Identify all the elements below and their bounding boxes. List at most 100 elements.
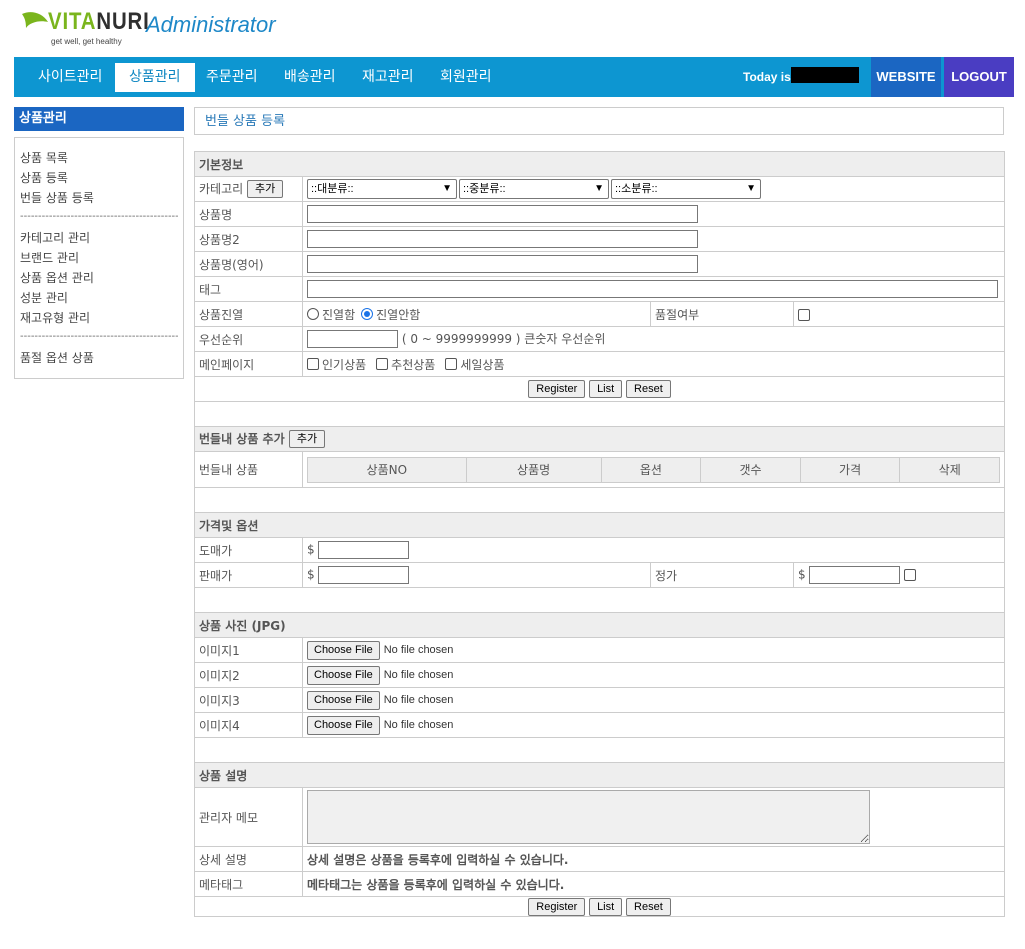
nav-site[interactable]: 사이트관리 [24,63,116,92]
sidebar-item-product-list[interactable]: 상품 목록 [20,148,178,168]
product-name2-input[interactable] [307,230,698,248]
col-price: 가격 [799,456,901,483]
list-button[interactable]: List [589,380,623,398]
sidebar-item-ingredient[interactable]: 성분 관리 [20,288,178,308]
register-button[interactable]: Register [528,380,586,398]
memo-cell [301,787,1006,847]
tag-label: 태그 [194,276,303,302]
priority-cell: ( 0 ~ 9999999999 ) 큰숫자 우선순위 [301,326,1006,352]
today-label: Today is [743,70,791,84]
wholesale-cell: $ [301,537,1006,563]
col-product-no: 상품NO [307,456,467,483]
nav-inventory[interactable]: 재고관리 [348,63,428,92]
currency-symbol: $ [307,542,315,557]
logo-tagline: get well, get healthy [51,37,122,46]
nav-member[interactable]: 회원관리 [426,63,506,92]
sale-label: 세일상품 [460,357,505,372]
register-button[interactable]: Register [528,897,586,916]
retail-cell: $ [302,562,651,588]
memo-label: 관리자 메모 [194,787,303,847]
section-photos: 상품 사진 (JPG) [193,612,1006,638]
soldout-checkbox[interactable] [798,308,810,321]
detail-note: 상세 설명은 상품을 등록후에 입력하실 수 있습니다. [301,846,1006,872]
product-name-en-input[interactable] [307,255,698,273]
wholesale-input[interactable] [318,541,410,559]
sidebar-item-category[interactable]: 카테고리 관리 [20,228,178,248]
col-option: 옵션 [600,456,702,483]
sidebar-item-brand[interactable]: 브랜드 관리 [20,248,178,268]
add-bundle-item-button[interactable]: 추가 [288,430,326,449]
col-product-name: 상품명 [465,456,602,483]
wholesale-label: 도매가 [194,537,303,563]
sidebar-item-stock-type[interactable]: 재고유형 관리 [20,308,178,328]
memo-textarea[interactable] [307,790,870,844]
product-name-input[interactable] [307,205,698,223]
website-button[interactable]: WEBSITE [871,57,941,97]
sidebar-item-soldout-options[interactable]: 품절 옵션 상품 [20,348,178,368]
category-cell: 카테고리 추가 [194,176,303,202]
image4-label: 이미지4 [194,712,303,738]
nav-shipping[interactable]: 배송관리 [270,63,350,92]
reset-button[interactable]: Reset [626,380,671,398]
product-name-label: 상품명 [194,201,303,227]
recommended-checkbox[interactable] [376,358,389,370]
image2-cell: Choose File No file chosen [301,662,1006,688]
sidebar-title: 상품관리 [14,107,184,131]
meta-label: 메타태그 [194,871,303,897]
display-on-label: 진열함 [322,307,356,322]
sale-checkbox[interactable] [445,358,458,370]
currency-symbol: $ [307,567,315,582]
display-on-radio[interactable] [307,308,319,320]
image3-choose-button[interactable]: Choose File [307,690,380,710]
vitanuri-logo[interactable]: VITANURI get well, get healthy [20,6,149,48]
bundle-items-cell: 상품NO 상품명 옵션 갯수 가격 삭제 [301,451,1006,488]
add-category-button[interactable]: 추가 [247,180,284,199]
product-name-cell [301,201,1006,227]
image1-choose-button[interactable]: Choose File [307,640,380,660]
nav-product[interactable]: 상품관리 [115,63,195,92]
image3-label: 이미지3 [194,687,303,713]
retail-input[interactable] [318,566,410,584]
soldout-cell [792,301,1006,327]
middle-category-select[interactable]: ::중분류:: ▼ [459,179,609,199]
currency-symbol: $ [798,567,806,582]
regular-price-checkbox[interactable] [904,569,917,581]
nav-order[interactable]: 주문관리 [192,63,272,92]
middle-category-value: ::중분류:: [463,183,506,195]
section-bundle: 번들내 상품 추가 추가 [193,426,1006,452]
soldout-label: 품절여부 [650,301,794,327]
sidebar-separator: ----------------------------------------… [20,211,178,222]
display-off-radio[interactable] [361,308,374,320]
list-button[interactable]: List [589,897,623,916]
sidebar-item-bundle-register[interactable]: 번들 상품 등록 [20,188,178,208]
spacer [193,587,1006,613]
col-quantity: 갯수 [700,456,801,483]
major-category-select[interactable]: ::대분류:: ▼ [307,179,457,199]
retail-label: 판매가 [194,562,303,588]
regular-price-input[interactable] [809,566,901,584]
sidebar-item-product-register[interactable]: 상품 등록 [20,168,178,188]
image4-choose-button[interactable]: Choose File [307,715,380,735]
minor-category-select[interactable]: ::소분류:: ▼ [611,179,761,199]
tag-input[interactable] [307,280,998,298]
product-name-en-label: 상품명(영어) [194,251,303,277]
mainpage-options: 인기상품 추천상품 세일상품 [301,351,1006,377]
reset-button[interactable]: Reset [626,897,671,916]
image2-choose-button[interactable]: Choose File [307,665,380,685]
mainpage-label: 메인페이지 [194,351,303,377]
logout-button[interactable]: LOGOUT [944,57,1014,97]
product-name2-cell [301,226,1006,252]
sidebar-item-options[interactable]: 상품 옵션 관리 [20,268,178,288]
popular-label: 인기상품 [322,357,367,372]
image2-status: No file chosen [383,669,454,681]
priority-input[interactable] [307,330,398,349]
image3-status: No file chosen [383,694,454,706]
detail-label: 상세 설명 [194,846,303,872]
chevron-down-icon: ▼ [442,183,452,194]
logo-wordmark: VITANURI [48,8,150,35]
popular-checkbox[interactable] [307,358,319,370]
image2-label: 이미지2 [194,662,303,688]
display-options: 진열함 진열안함 [302,301,651,327]
bundle-items-table: 상품NO 상품명 옵션 갯수 가격 삭제 [307,456,1001,483]
major-category-value: ::대분류:: [311,183,354,195]
